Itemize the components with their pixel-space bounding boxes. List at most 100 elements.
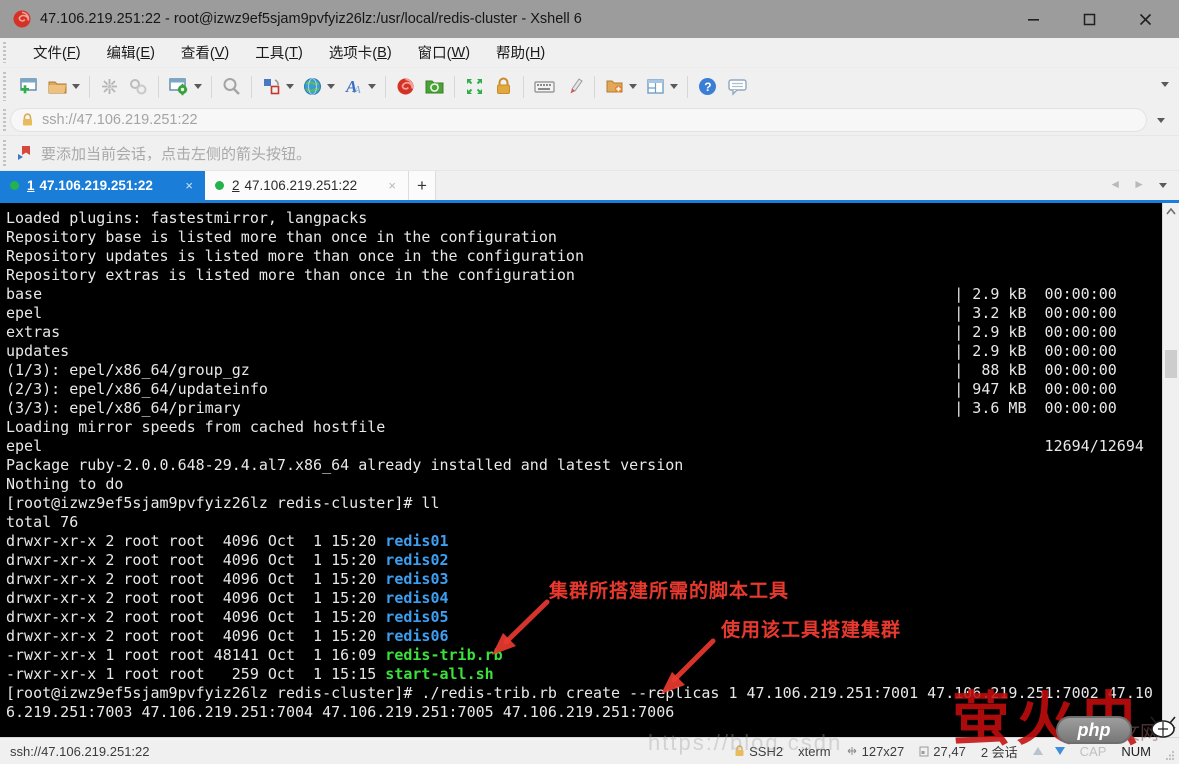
- xftp-folder-icon: [425, 80, 444, 94]
- chevron-down-icon: [670, 84, 678, 89]
- compose-button[interactable]: [257, 72, 298, 102]
- terminal-line: (2/3): epel/x86_64/updateinfo | 947 kB 0…: [6, 380, 1117, 398]
- tab-session-2[interactable]: 2 47.106.219.251:22 ×: [205, 171, 409, 200]
- tab-bar: 1 47.106.219.251:22 × 2 47.106.219.251:22 …: [0, 171, 1179, 203]
- scroll-down-icon[interactable]: [1163, 721, 1179, 737]
- toolbar-grip[interactable]: [3, 72, 6, 101]
- menu-item-B[interactable]: 选项卡(B): [316, 38, 405, 67]
- tab-scroll-right-icon[interactable]: ►: [1133, 177, 1145, 191]
- svg-text:A: A: [353, 84, 361, 96]
- chevron-down-icon: [629, 84, 637, 89]
- tab-close-icon[interactable]: ×: [183, 177, 195, 194]
- chain-link-icon: [130, 79, 147, 95]
- toolbar-overflow-icon[interactable]: [1161, 82, 1169, 87]
- close-button[interactable]: [1137, 11, 1153, 27]
- address-dropdown-icon[interactable]: [1157, 117, 1165, 123]
- xftp-button[interactable]: [420, 72, 449, 102]
- address-value: ssh://47.106.219.251:22: [42, 112, 198, 128]
- tab-session-1[interactable]: 1 47.106.219.251:22 ×: [0, 171, 205, 200]
- disconnect-button[interactable]: [95, 72, 124, 102]
- terminal-line: Package ruby-2.0.0.648-29.4.al7.x86_64 a…: [6, 456, 684, 474]
- status-caps-lock[interactable]: CAP: [1080, 744, 1107, 759]
- menu-item-E[interactable]: 编辑(E): [94, 38, 168, 67]
- tab-list-icon[interactable]: [1159, 183, 1167, 188]
- download-arrow-icon[interactable]: [1054, 747, 1065, 755]
- terminal-line: drwxr-xr-x 2 root root 4096 Oct 1 15:20 …: [6, 551, 449, 569]
- status-bar: ssh://47.106.219.251:22 SSH2 xterm 127x2…: [0, 737, 1179, 764]
- terminal-line: Nothing to do: [6, 475, 124, 493]
- connected-dot-icon: [10, 181, 19, 190]
- open-session-button[interactable]: [43, 72, 84, 102]
- virtual-keyboard-button[interactable]: [529, 72, 560, 102]
- fullscreen-arrows-icon: [467, 79, 482, 94]
- status-session-count: 2 会话: [980, 744, 1018, 760]
- menu-item-T[interactable]: 工具(T): [242, 38, 316, 67]
- status-terminal-type: xterm: [798, 743, 831, 759]
- highlighter-pen-icon: [570, 78, 583, 94]
- font-button[interactable]: A A: [339, 72, 380, 102]
- status-num-lock[interactable]: NUM: [1121, 744, 1151, 759]
- terminal-scrollbar[interactable]: [1162, 203, 1179, 737]
- cursor-position-icon: [919, 746, 929, 756]
- keyboard-icon: [534, 81, 555, 93]
- terminal-line: extras | 2.9 kB 00:00:00: [6, 323, 1117, 341]
- menu-item-F[interactable]: 文件(F): [20, 38, 94, 67]
- maximize-button[interactable]: [1081, 11, 1097, 27]
- tile-layout-button[interactable]: [641, 72, 682, 102]
- lock-icon: [497, 77, 510, 94]
- terminal-line: updates | 2.9 kB 00:00:00: [6, 342, 1117, 360]
- xshell-button[interactable]: [391, 72, 420, 102]
- menu-item-H[interactable]: 帮助(H): [483, 38, 558, 67]
- find-button[interactable]: [217, 72, 246, 102]
- status-terminal-size: 127x27: [846, 744, 904, 759]
- flag-icon: [18, 145, 30, 160]
- terminal-line: base | 2.9 kB 00:00:00: [6, 285, 1117, 303]
- terminal-line: Loading mirror speeds from cached hostfi…: [6, 418, 386, 436]
- new-session-icon: [20, 78, 37, 94]
- search-icon: [223, 78, 240, 95]
- address-input[interactable]: ssh://47.106.219.251:22: [10, 108, 1147, 132]
- title-bar: 47.106.219.251:22 - root@izwz9ef5sjam9pv…: [0, 0, 1179, 38]
- connected-dot-icon: [215, 181, 224, 190]
- new-file-folder-icon: [606, 80, 623, 93]
- reconnect-button[interactable]: [124, 72, 153, 102]
- lock-screen-button[interactable]: [489, 72, 518, 102]
- tab-scroll-left-icon[interactable]: ◄: [1109, 177, 1121, 191]
- status-cursor-position: 27,47: [919, 744, 966, 759]
- disconnect-icon: [102, 79, 117, 94]
- chevron-down-icon: [368, 84, 376, 89]
- highlighter-button[interactable]: [560, 72, 589, 102]
- terminal-line: Loaded plugins: fastestmirror, langpacks: [6, 209, 368, 227]
- menu-bar: 文件(F) 编辑(E) 查看(V) 工具(T) 选项卡(B) 窗口(W) 帮助(H): [0, 38, 1179, 68]
- tab-close-icon[interactable]: ×: [386, 177, 398, 194]
- help-button[interactable]: ?: [693, 72, 722, 102]
- resize-grip[interactable]: [1165, 750, 1175, 760]
- open-folder-icon: [48, 81, 67, 94]
- info-message: 要添加当前会话，点击左侧的箭头按钮。: [41, 145, 312, 163]
- minimize-button[interactable]: [1025, 11, 1041, 27]
- menu-item-V[interactable]: 查看(V): [168, 38, 242, 67]
- menu-item-W[interactable]: 窗口(W): [405, 38, 483, 67]
- annotation-note-2: 使用该工具搭建集群: [721, 620, 902, 641]
- fullscreen-button[interactable]: [460, 72, 489, 102]
- scroll-up-icon[interactable]: [1163, 203, 1179, 219]
- terminal-line: -rwxr-xr-x 1 root root 259 Oct 1 15:15 s…: [6, 665, 494, 683]
- encoding-button[interactable]: [298, 72, 339, 102]
- chevron-down-icon: [194, 84, 202, 89]
- new-file-button[interactable]: [600, 72, 641, 102]
- terminal-line: epel 12694/12694: [6, 437, 1144, 455]
- addressbar-grip[interactable]: [3, 109, 6, 131]
- new-session-button[interactable]: [14, 72, 43, 102]
- new-tab-button[interactable]: +: [409, 171, 436, 200]
- scrollbar-thumb[interactable]: [1165, 350, 1177, 378]
- terminal[interactable]: Loaded plugins: fastestmirror, langpacks…: [0, 203, 1179, 737]
- terminal-line: drwxr-xr-x 2 root root 4096 Oct 1 15:20 …: [6, 608, 449, 626]
- upload-arrow-icon[interactable]: [1032, 747, 1043, 755]
- menubar-grip[interactable]: [3, 42, 6, 63]
- properties-button[interactable]: [164, 72, 206, 102]
- infobar-grip[interactable]: [3, 140, 6, 166]
- feedback-button[interactable]: [722, 72, 753, 102]
- terminal-line: [root@izwz9ef5sjam9pvfyiz26lz redis-clus…: [6, 494, 440, 512]
- status-protocol: SSH2: [734, 744, 783, 759]
- terminal-line: Repository extras is listed more than on…: [6, 266, 575, 284]
